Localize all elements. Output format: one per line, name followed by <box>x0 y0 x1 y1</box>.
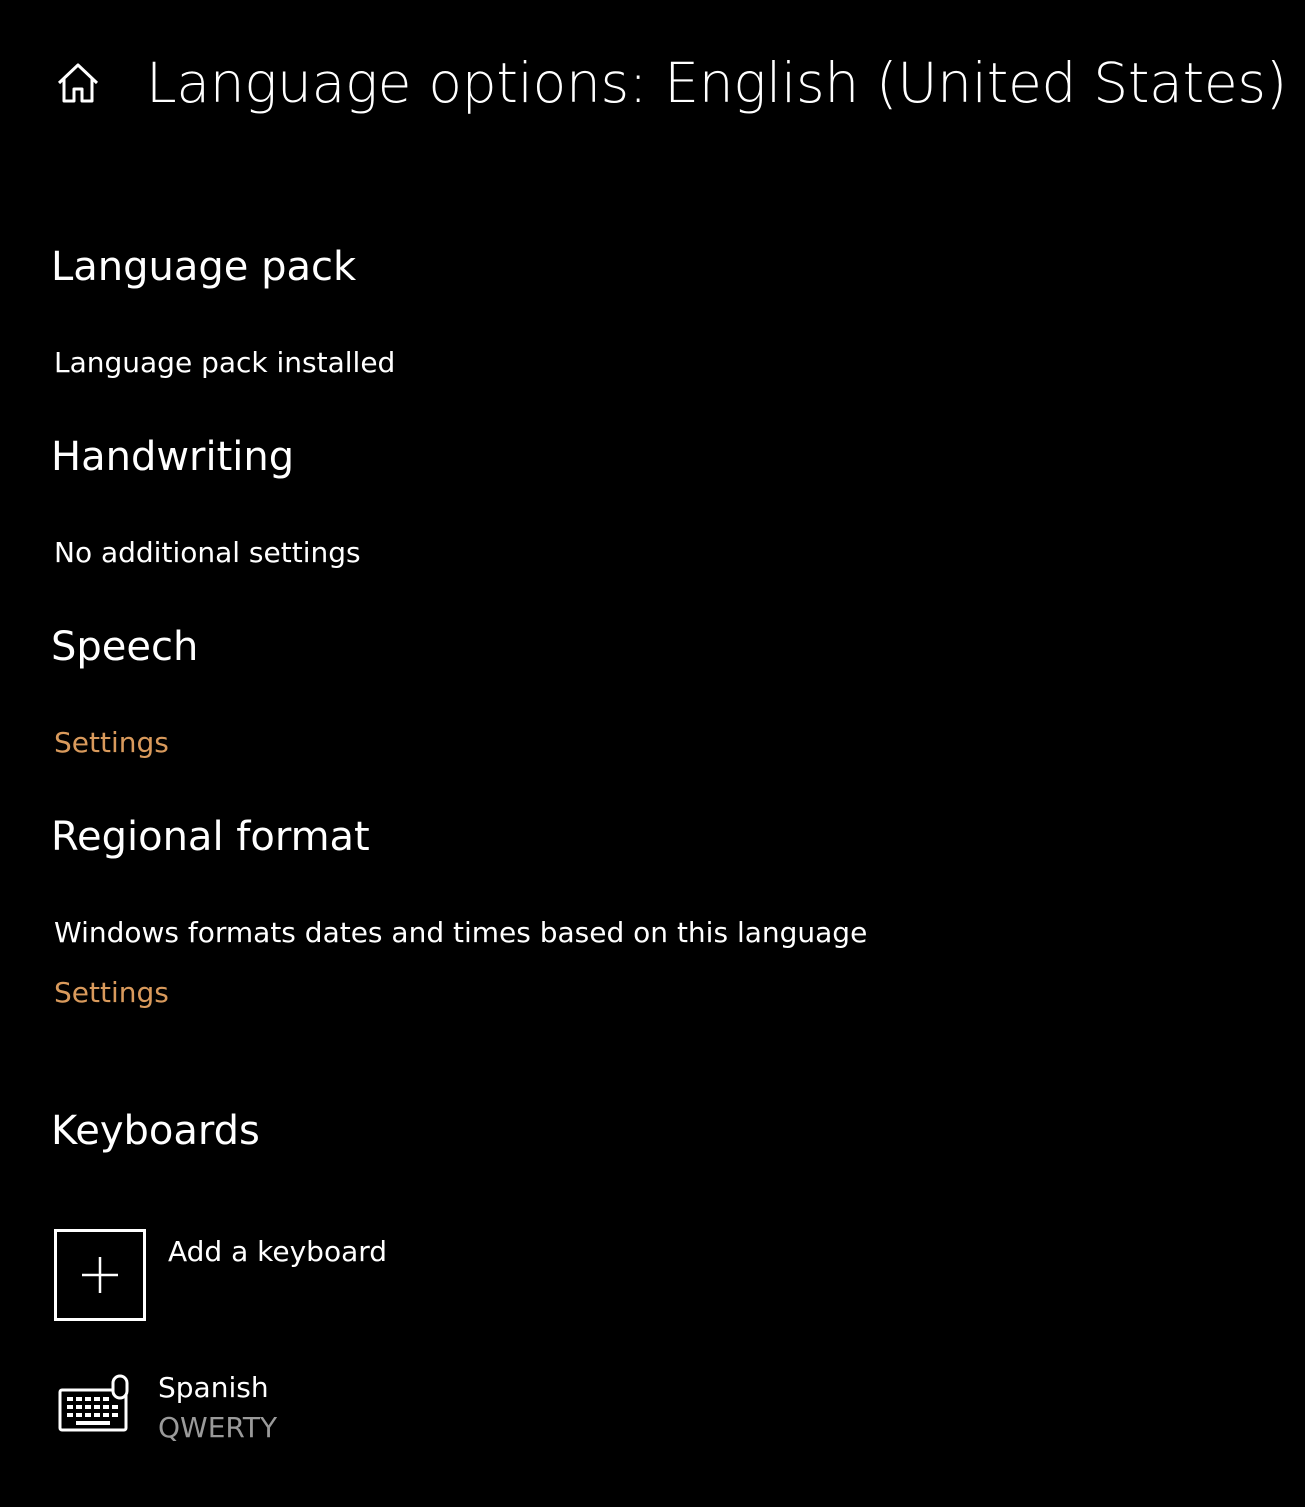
keyboard-icon <box>56 1372 134 1438</box>
page-header: Language options: English (United States… <box>54 38 1287 128</box>
keyboard-item-text: Spanish QWERTY <box>158 1368 277 1448</box>
add-keyboard-button[interactable]: Add a keyboard <box>54 1229 387 1321</box>
add-keyboard-label: Add a keyboard <box>168 1235 388 1268</box>
speech-heading: Speech <box>51 624 199 670</box>
plus-icon <box>54 1229 146 1321</box>
handwriting-heading: Handwriting <box>51 434 295 480</box>
home-icon[interactable] <box>54 59 102 107</box>
handwriting-status: No additional settings <box>54 536 361 569</box>
language-pack-status: Language pack installed <box>54 346 396 379</box>
speech-settings-link[interactable]: Settings <box>54 726 169 759</box>
keyboard-item-spanish[interactable]: Spanish QWERTY <box>56 1368 277 1448</box>
keyboards-heading: Keyboards <box>51 1108 260 1154</box>
page-title: Language options: English (United States… <box>146 51 1287 115</box>
regional-format-heading: Regional format <box>51 814 370 860</box>
keyboard-name: Spanish <box>158 1371 269 1404</box>
language-options-page: Language options: English (United States… <box>0 0 1305 1507</box>
regional-format-settings-link[interactable]: Settings <box>54 976 169 1009</box>
regional-format-description: Windows formats dates and times based on… <box>54 916 868 949</box>
keyboard-layout: QWERTY <box>158 1411 278 1444</box>
language-pack-heading: Language pack <box>51 244 357 290</box>
